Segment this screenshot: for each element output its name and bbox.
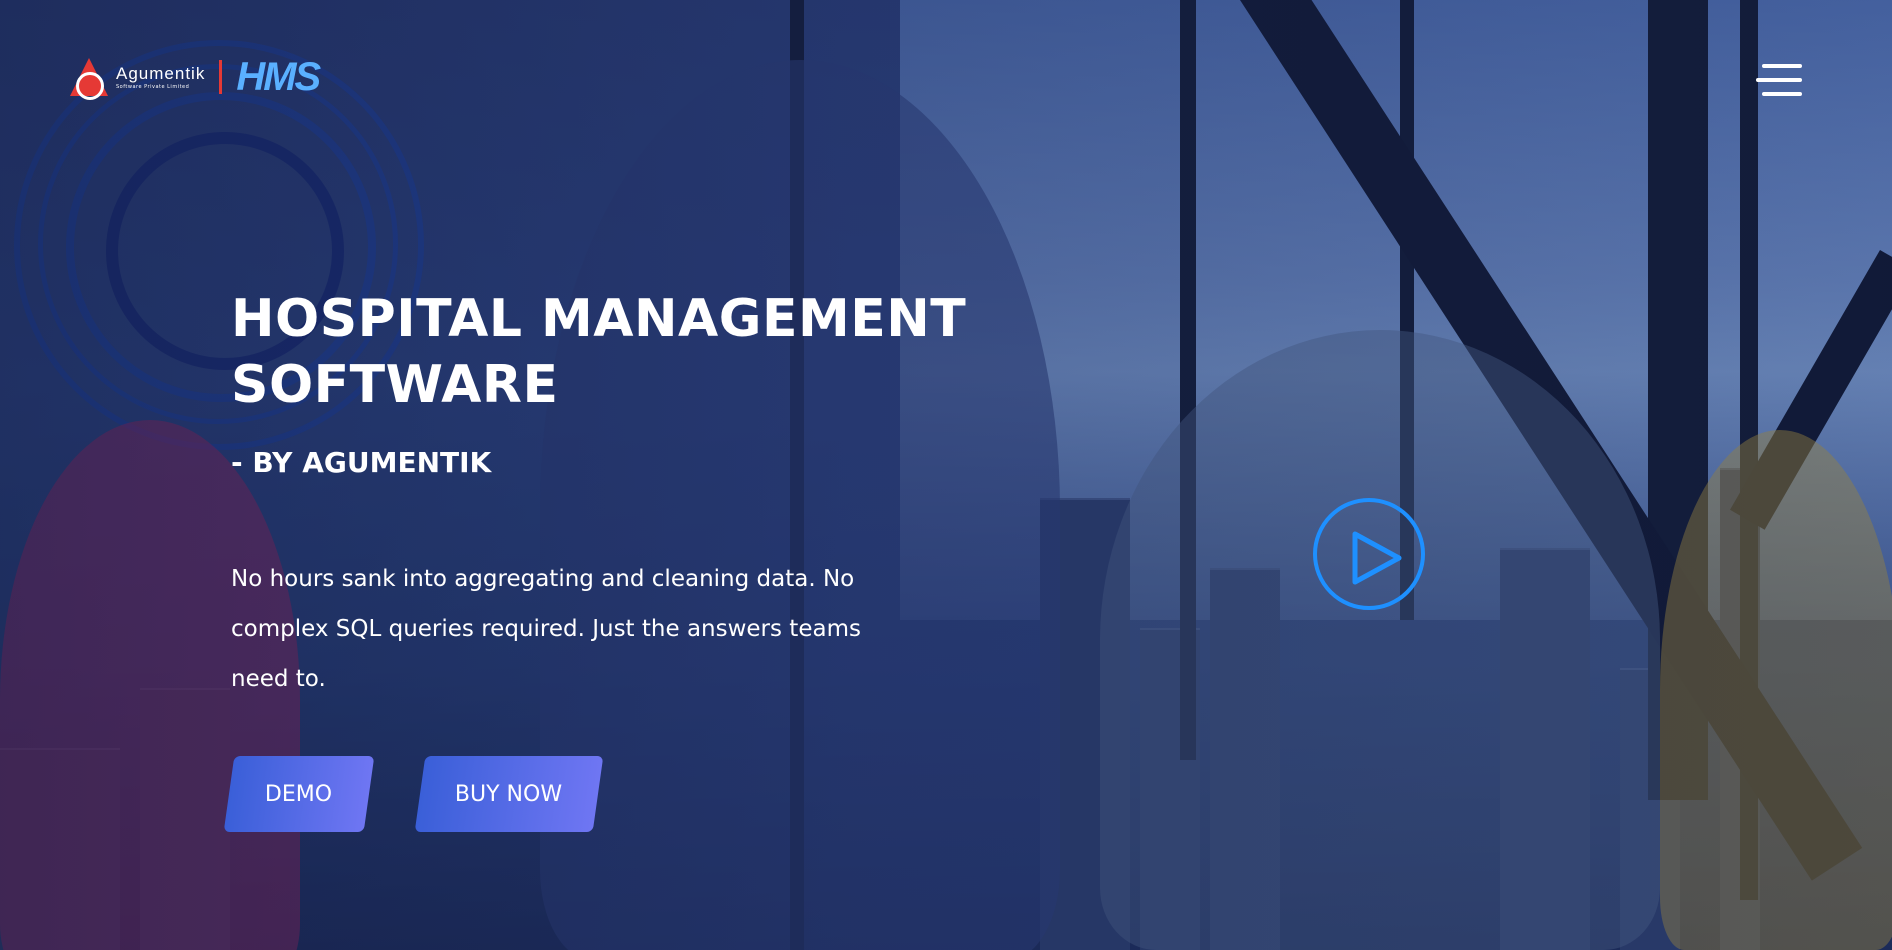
hero-byline: - BY AGUMENTIK: [231, 446, 492, 479]
play-icon: [1352, 531, 1402, 585]
logo-divider: [219, 60, 223, 94]
hero-description: No hours sank into aggregating and clean…: [231, 566, 861, 692]
logo-product: HMS: [236, 54, 321, 99]
hamburger-menu-icon[interactable]: [1756, 64, 1802, 98]
buy-now-button[interactable]: BUY NOW: [414, 756, 604, 832]
hero-title-line2: SOFTWARE: [231, 355, 559, 415]
hero-title-line1: HOSPITAL MANAGEMENT: [231, 289, 967, 349]
demo-button[interactable]: DEMO: [223, 756, 375, 832]
demo-button-label: DEMO: [265, 781, 333, 807]
buy-now-button-label: BUY NOW: [455, 781, 563, 807]
logo-subtext: Software Private Limited: [116, 83, 190, 90]
hero-title: HOSPITAL MANAGEMENT SOFTWARE: [231, 286, 966, 418]
logo-name: Agumentik: [116, 63, 206, 83]
agumentik-logo-icon: [70, 58, 108, 100]
play-video-button[interactable]: [1313, 498, 1425, 610]
logo-text: Agumentik Software Private Limited: [116, 65, 205, 90]
site-logo[interactable]: Agumentik Software Private Limited HMS: [70, 52, 360, 102]
